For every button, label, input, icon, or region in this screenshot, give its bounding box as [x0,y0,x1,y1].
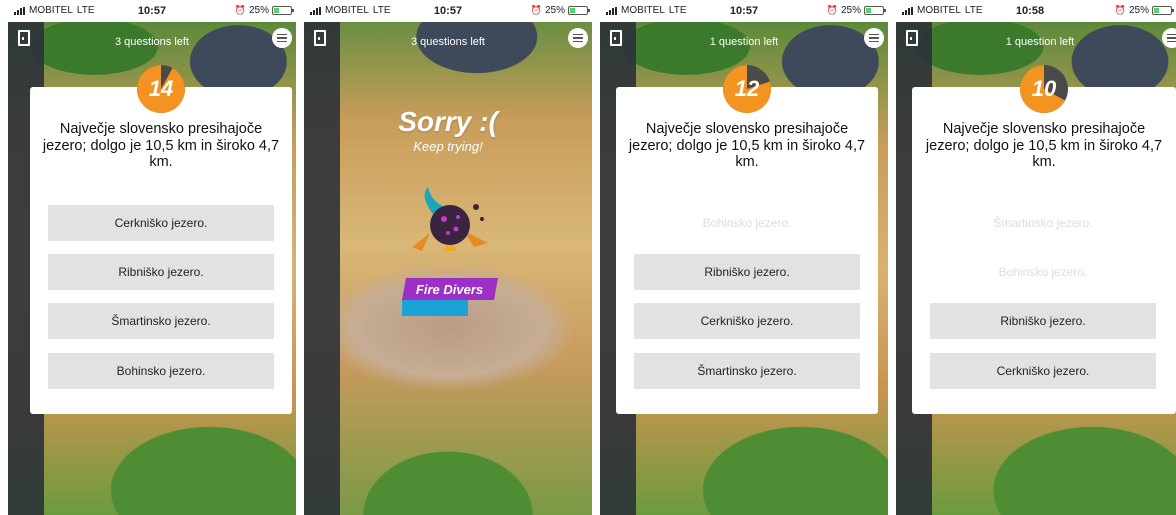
phone-screen-2: MOBITEL LTE 10:57 ⏰ 25% 3 questions left… [304,0,592,515]
network: LTE [372,5,391,16]
alarm-icon: ⏰ [1114,5,1126,15]
carrier: MOBITEL [621,5,665,16]
team-banner: Fire Divers [402,278,498,300]
alarm-icon: ⏰ [826,5,838,15]
answer-button-4[interactable]: Cerkniško jezero. [930,353,1156,389]
game-background [304,22,592,515]
question-card: 12 Največje slovensko presihajoče jezero… [616,65,878,414]
question-card: 10 Največje slovensko presihajoče jezero… [912,65,1176,414]
clock: 10:57 [433,5,463,17]
alarm-icon: ⏰ [234,5,246,15]
battery-icon [864,6,886,15]
answer-button-2: Bohinsko jezero. [930,254,1156,290]
questions-left: 1 question left [709,36,779,48]
timer-badge: 12 [723,65,771,113]
signal-icon [606,6,617,15]
clock: 10:57 [729,5,759,17]
timer-value: 14 [148,76,174,101]
question-text: Največje slovensko presihajoče jezero; d… [628,121,866,171]
question-text: Največje slovensko presihajoče jezero; d… [925,121,1163,171]
carrier: MOBITEL [325,5,369,16]
network: LTE [964,5,983,16]
status-bar: MOBITEL LTE 10:57 ⏰ 25% [8,0,296,22]
meteor-icon [412,187,488,251]
answer-button-3[interactable]: Šmartinsko jezero. [48,303,274,339]
phone-screen-1: MOBITEL LTE 10:57 ⏰ 25% 3 questions left… [8,0,296,515]
timer-badge: 10 [1020,65,1068,113]
network: LTE [668,5,687,16]
network: LTE [76,5,95,16]
status-bar: MOBITEL LTE 10:58 ⏰ 25% [896,0,1176,22]
battery-percent: 25% [544,5,565,16]
battery-icon [568,6,590,15]
answer-button-1: Šmartinsko jezero. [930,205,1156,241]
clock: 10:57 [137,5,167,17]
battery-icon [1152,6,1174,15]
questions-left: 3 questions left [115,36,189,48]
signal-icon [14,6,25,15]
battery-percent: 25% [1128,5,1149,16]
signal-icon [310,6,321,15]
answer-button-1[interactable]: Cerkniško jezero. [48,205,274,241]
side-strip [304,22,340,515]
battery-percent: 25% [840,5,861,16]
answer-button-1: Bohinsko jezero. [634,205,860,241]
sorry-title: Sorry :( [398,106,498,137]
carrier: MOBITEL [29,5,73,16]
sorry-subtitle: Keep trying! [413,139,483,154]
status-bar: MOBITEL LTE 10:57 ⏰ 25% [600,0,888,22]
answer-button-4[interactable]: Bohinsko jezero. [48,353,274,389]
answer-button-3[interactable]: Cerkniško jezero. [634,303,860,339]
questions-left: 1 question left [1005,36,1075,48]
battery-icon [272,6,294,15]
alarm-icon: ⏰ [530,5,542,15]
question-text: Največje slovensko presihajoče jezero; d… [42,121,280,171]
questions-left: 3 questions left [411,36,485,48]
team-name: Fire Divers [416,281,484,297]
question-card: 14 Največje slovensko presihajoče jezero… [30,65,292,414]
battery-percent: 25% [248,5,269,16]
answer-button-2[interactable]: Ribniško jezero. [634,254,860,290]
status-bar: MOBITEL LTE 10:57 ⏰ 25% [304,0,592,22]
phone-screen-4: MOBITEL LTE 10:58 ⏰ 25% 1 question left … [896,0,1176,515]
answer-button-2[interactable]: Ribniško jezero. [48,254,274,290]
timer-badge: 14 [137,65,185,113]
answer-button-4[interactable]: Šmartinsko jezero. [634,353,860,389]
phone-screen-3: MOBITEL LTE 10:57 ⏰ 25% 1 question left … [600,0,888,515]
clock: 10:58 [1015,5,1045,17]
signal-icon [902,6,913,15]
timer-value: 12 [734,76,760,101]
team-score-bar [402,300,468,316]
timer-value: 10 [1031,76,1057,101]
answer-button-3[interactable]: Ribniško jezero. [930,303,1156,339]
carrier: MOBITEL [917,5,961,16]
